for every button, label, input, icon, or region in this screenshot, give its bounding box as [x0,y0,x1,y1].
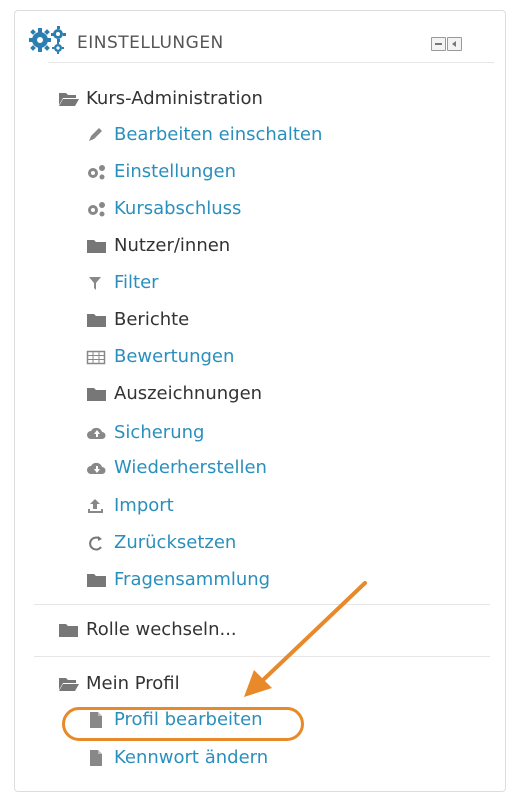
annotation-arrow [244,581,367,697]
